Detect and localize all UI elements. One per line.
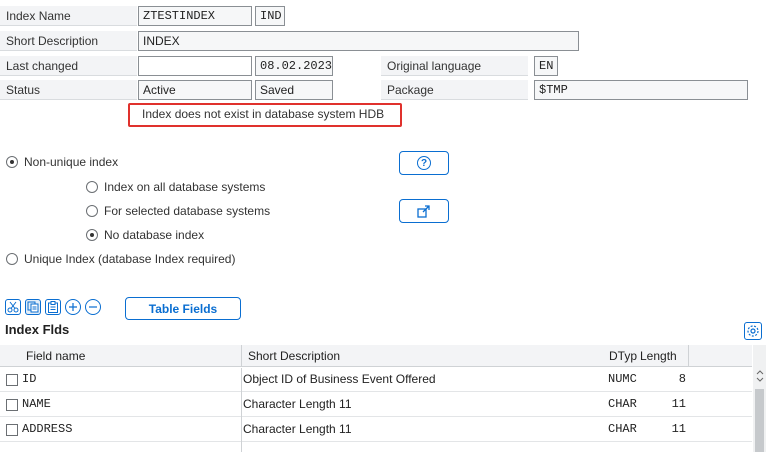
package-label: Package — [381, 80, 528, 100]
paste-button[interactable] — [45, 299, 61, 315]
non-unique-index-radio[interactable] — [6, 156, 18, 168]
table-row[interactable]: NAME Character Length 11 CHAR 11 — [0, 393, 752, 417]
row-dtyp: CHAR — [608, 397, 637, 411]
scrollbar-thumb[interactable] — [755, 389, 764, 452]
last-changed-user-field — [138, 56, 252, 76]
status-saved-field: Saved — [255, 80, 333, 100]
paste-icon — [48, 301, 58, 313]
selected-db-label: For selected database systems — [104, 204, 271, 218]
all-db-radio[interactable] — [86, 181, 98, 193]
plus-icon — [69, 303, 77, 311]
selected-db-radio[interactable] — [86, 205, 98, 217]
status-field: Active — [138, 80, 252, 100]
last-changed-label: Last changed — [0, 56, 137, 76]
index-name-table-field[interactable]: ZTESTINDEX — [138, 6, 252, 26]
package-field: $TMP — [534, 80, 748, 100]
table-row[interactable]: ID Object ID of Business Event Offered N… — [0, 368, 752, 392]
row-short-description: Character Length 11 — [243, 397, 352, 411]
row-short-description: Character Length 11 — [243, 422, 352, 436]
row-length: 11 — [671, 422, 686, 436]
copy-icon — [27, 301, 39, 313]
row-field-name[interactable]: NAME — [22, 393, 232, 416]
minus-icon — [89, 306, 97, 308]
row-dtyp: CHAR — [608, 422, 637, 436]
short-description-field[interactable]: INDEX — [138, 31, 579, 51]
col-header-dtyp[interactable]: DTyp — [609, 345, 639, 367]
insert-row-button[interactable] — [65, 299, 81, 315]
original-language-label: Original language — [381, 56, 528, 76]
vertical-scrollbar[interactable] — [753, 345, 766, 452]
scissors-icon — [7, 301, 19, 313]
all-db-label: Index on all database systems — [104, 180, 266, 194]
help-button[interactable]: ? — [399, 151, 449, 175]
index-name-label: Index Name — [0, 6, 137, 26]
copy-button[interactable] — [25, 299, 41, 315]
non-unique-index-label: Non-unique index — [24, 155, 119, 169]
no-db-index-label: No database index — [104, 228, 205, 242]
masked-user-value — [143, 61, 203, 71]
col-divider — [241, 368, 242, 452]
row-select-checkbox[interactable] — [6, 399, 18, 411]
unique-index-label: Unique Index (database Index required) — [24, 252, 236, 266]
gear-icon — [747, 325, 759, 337]
col-divider — [241, 345, 242, 367]
original-language-field: EN — [534, 56, 558, 76]
index-fields-title: Index Flds — [5, 322, 70, 337]
navigate-button[interactable] — [399, 199, 449, 223]
cut-button[interactable] — [5, 299, 21, 315]
scroll-up-down-icon[interactable] — [756, 369, 764, 385]
status-label: Status — [0, 80, 137, 100]
row-select-checkbox[interactable] — [6, 424, 18, 436]
settings-button[interactable] — [744, 322, 762, 340]
row-length: 11 — [671, 397, 686, 411]
delete-row-button[interactable] — [85, 299, 101, 315]
row-field-name[interactable]: ADDRESS — [22, 418, 232, 441]
external-link-icon — [417, 205, 430, 218]
highlight-box — [128, 103, 402, 127]
col-header-length[interactable]: Length — [640, 345, 690, 367]
short-description-label: Short Description — [0, 31, 137, 51]
help-icon: ? — [417, 156, 431, 170]
col-divider — [688, 345, 689, 367]
table-row[interactable]: ADDRESS Character Length 11 CHAR 11 — [0, 418, 752, 442]
row-field-name[interactable]: ID — [22, 368, 232, 391]
col-header-field-name[interactable]: Field name — [26, 345, 236, 367]
unique-index-radio[interactable] — [6, 253, 18, 265]
row-short-description: Object ID of Business Event Offered — [243, 372, 436, 386]
last-changed-date-field: 08.02.2023 — [255, 56, 333, 76]
row-length: 8 — [678, 372, 686, 386]
empty-row — [0, 443, 752, 452]
index-name-id-field[interactable]: IND — [255, 6, 285, 26]
col-header-short-description[interactable]: Short Description — [248, 345, 548, 367]
no-db-index-radio[interactable] — [86, 229, 98, 241]
row-select-checkbox[interactable] — [6, 374, 18, 386]
row-dtyp: NUMC — [608, 372, 637, 386]
table-fields-button[interactable]: Table Fields — [125, 297, 241, 320]
